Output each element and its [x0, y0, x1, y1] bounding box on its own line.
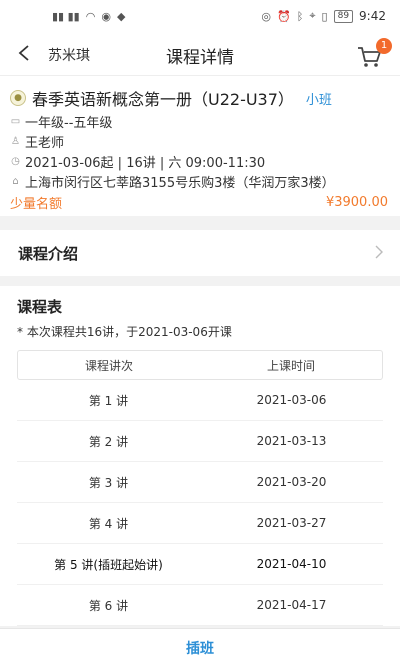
timetable-note: * 本次课程共16讲，于2021-03-06开课	[17, 325, 232, 339]
lesson-cell: 第 4 讲	[88, 516, 129, 531]
course-card: ● 春季英语新概念第一册（U22-U37） 小班 ▭ 一年级--五年级 ♙ 王老…	[0, 76, 400, 216]
insert-class-button[interactable]: 插班	[186, 638, 214, 658]
chevron-right-icon	[374, 244, 384, 263]
battery-icon: 89	[333, 9, 354, 23]
vibrate-icon: ▯	[321, 9, 328, 23]
grade-text: 一年级--五年级	[25, 115, 113, 131]
table-row: 第 1 讲 2021-03-06	[17, 380, 383, 421]
price: ¥3900.00	[325, 195, 388, 210]
nav-bar: 苏米琪 课程详情 1	[0, 32, 400, 76]
timetable-header: 课程讲次 上课时间	[17, 350, 383, 380]
date-cell: 2021-04-10	[256, 557, 327, 571]
address-row: ⌂ 上海市闵行区七莘路3155号乐购3楼（华润万家3楼）	[10, 172, 388, 191]
table-row: 第 2 讲 2021-03-13	[17, 421, 383, 462]
cart-badge: 1	[376, 38, 392, 54]
bottom-bar: 插班	[0, 628, 400, 666]
quota-label: 少量名额	[10, 197, 63, 212]
course-title-row: ● 春季英语新概念第一册（U22-U37） 小班	[10, 86, 388, 110]
table-row: 第 3 讲 2021-03-20	[17, 462, 383, 503]
eye-icon: ◎	[261, 9, 272, 23]
date-cell: 2021-03-27	[256, 516, 327, 530]
clock-icon: ◷	[11, 155, 20, 167]
lesson-cell: 第 5 讲(插班起始讲)	[54, 557, 163, 572]
lesson-cell: 第 2 讲	[88, 434, 129, 449]
course-title: 春季英语新概念第一册（U22-U37）	[32, 90, 294, 109]
date-cell: 2021-03-20	[256, 475, 327, 489]
address-text: 上海市闵行区七莘路3155号乐购3楼（华润万家3楼）	[25, 175, 335, 191]
header-date: 上课时间	[266, 358, 315, 373]
header-lesson: 课程讲次	[84, 358, 133, 373]
status-right: ◎ ⏰ ᛒ ⌖ ▯ 89 9:42	[261, 9, 386, 23]
price-row: 少量名额 ¥3900.00	[10, 193, 388, 212]
course-intro-label: 课程介绍	[18, 244, 79, 263]
schedule-text: 2021-03-06起 | 16讲 | 六 09:00-11:30	[25, 155, 266, 171]
date-cell: 2021-03-13	[256, 434, 327, 448]
lesson-cell: 第 6 讲	[88, 598, 129, 613]
person-icon: ♙	[11, 135, 20, 147]
teacher-text: 王老师	[25, 135, 65, 151]
table-row: 第 4 讲 2021-03-27	[17, 503, 383, 544]
table-row: 第 6 讲 2021-04-17	[17, 585, 383, 626]
course-intro-row[interactable]: 课程介绍	[0, 230, 400, 276]
grade-icon: ▭	[10, 115, 21, 127]
cart-button[interactable]: 1	[356, 38, 392, 68]
location-icon: ⌖	[309, 9, 316, 22]
status-time: 9:42	[359, 9, 386, 23]
chat-notification-icon: ◆	[116, 9, 126, 23]
alarm-icon: ⏰	[277, 9, 291, 23]
grade-row: ▭ 一年级--五年级	[10, 112, 388, 131]
bluetooth-icon: ᛒ	[296, 9, 304, 23]
date-cell: 2021-03-06	[256, 393, 327, 407]
timetable-section: 课程表 * 本次课程共16讲，于2021-03-06开课 课程讲次 上课时间 第…	[0, 286, 400, 626]
lesson-cell: 第 3 讲	[88, 475, 129, 490]
class-type-tag: 小班	[305, 92, 332, 108]
network-signal-icon: ▮▮ ▮▮	[52, 9, 80, 23]
status-bar: ▮▮ ▮▮ ◠ ◉ ◆ ◎ ⏰ ᛒ ⌖ ▯ 89 9:42	[0, 0, 400, 32]
schedule-row: ◷ 2021-03-06起 | 16讲 | 六 09:00-11:30	[10, 152, 388, 171]
building-icon: ⌂	[12, 175, 19, 187]
teacher-row: ♙ 王老师	[10, 132, 388, 151]
wifi-icon: ◠	[85, 9, 96, 23]
app-notification-icon: ◉	[101, 9, 111, 23]
date-cell: 2021-04-17	[256, 598, 327, 612]
course-logo-icon: ●	[10, 90, 26, 106]
timetable-title: 课程表	[17, 298, 63, 316]
table-row-insert-start: 第 5 讲(插班起始讲) 2021-04-10	[17, 544, 383, 585]
page-title: 课程详情	[166, 48, 234, 68]
lesson-cell: 第 1 讲	[88, 393, 129, 408]
status-left: ▮▮ ▮▮ ◠ ◉ ◆	[52, 10, 125, 23]
